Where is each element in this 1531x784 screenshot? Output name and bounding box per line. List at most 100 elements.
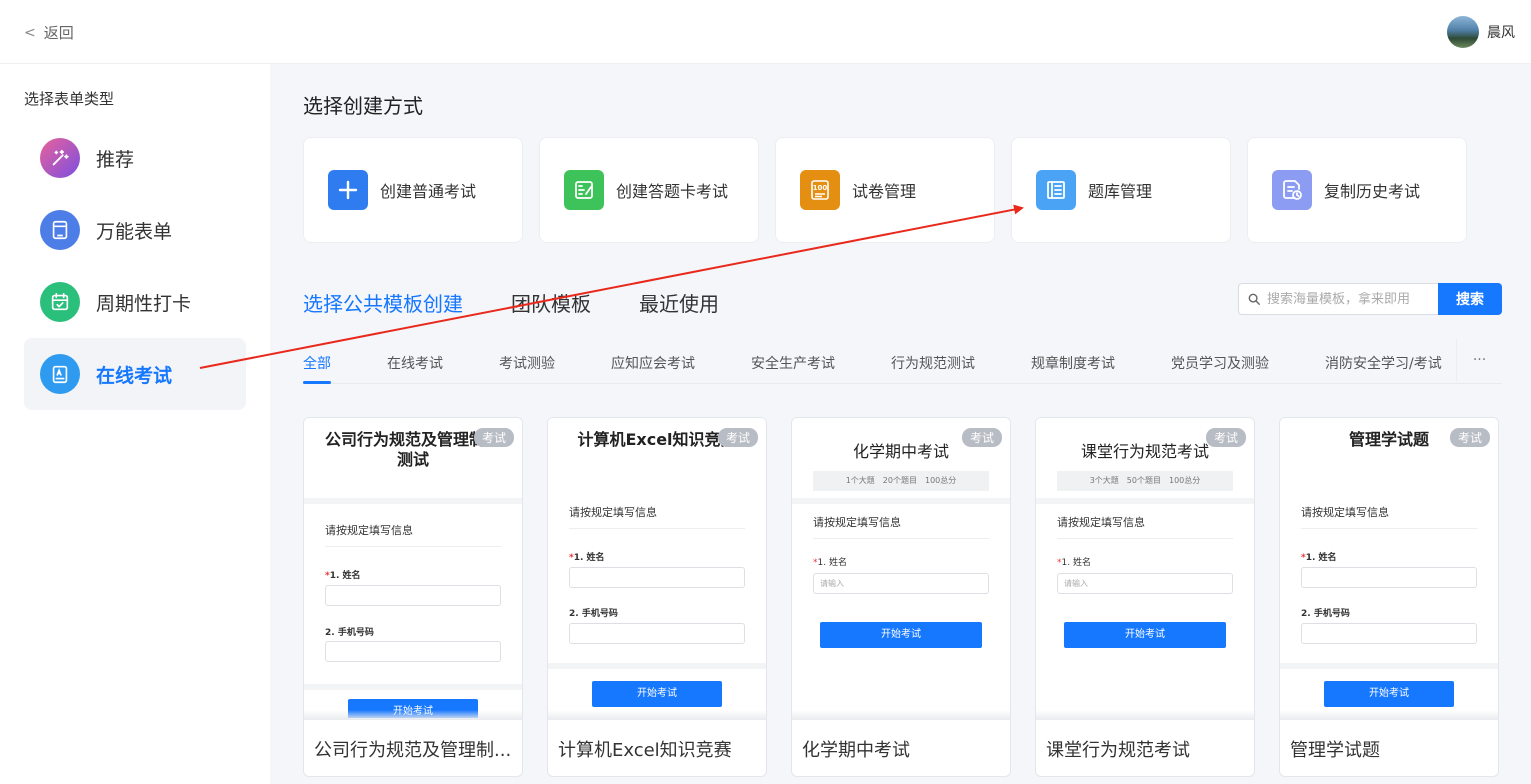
tab-public-templates[interactable]: 选择公共模板创建 <box>303 288 463 317</box>
method-label: 创建普通考试 <box>380 182 477 201</box>
preview-section-heading: 请按规定填写信息 <box>325 522 501 547</box>
search-input[interactable] <box>1267 291 1432 307</box>
template-card[interactable]: 考试 化学期中考试 1个大题 20个题目 100总分 请按规定填写信息 *1. … <box>791 417 1011 777</box>
card-shadow <box>304 710 522 720</box>
exam-badge: 考试 <box>717 428 758 447</box>
svg-text:100: 100 <box>813 184 828 192</box>
template-name: 公司行为规范及管理制... <box>314 740 512 761</box>
category-know-how-exam[interactable]: 应知应会考试 <box>611 353 695 373</box>
section-title-create-method: 选择创建方式 <box>303 94 423 118</box>
method-label: 试卷管理 <box>852 182 917 201</box>
preview-field-label: 2. 手机号码 <box>569 609 618 619</box>
template-card[interactable]: 考试 计算机Excel知识竞赛 请按规定填写信息 *1. 姓名 2. 手机号码 … <box>547 417 767 777</box>
template-card[interactable]: 考试 公司行为规范及管理制度测试 请按规定填写信息 *1. 姓名 2. 手机号码… <box>303 417 523 777</box>
category-bar: 全部 在线考试 考试测验 应知应会考试 安全生产考试 行为规范测试 规章制度考试… <box>303 338 1502 384</box>
exam-badge: 考试 <box>1205 428 1246 447</box>
preview-input <box>569 623 745 644</box>
preview-input: 请输入 <box>1057 573 1233 594</box>
sidebar-item-label: 推荐 <box>96 148 135 171</box>
paper-score-icon: 100 <box>800 170 840 210</box>
preview-input <box>325 641 501 662</box>
answer-sheet-icon <box>564 170 604 210</box>
preview-divider <box>548 663 766 669</box>
calendar-check-icon <box>40 282 80 322</box>
card-shadow <box>1036 710 1254 720</box>
template-preview: 考试 管理学试题 请按规定填写信息 *1. 姓名 2. 手机号码 开始考试 <box>1280 418 1498 718</box>
chevron-left-icon: < <box>24 24 36 41</box>
category-safety-production[interactable]: 安全生产考试 <box>751 353 835 373</box>
category-all[interactable]: 全部 <box>303 353 331 373</box>
magic-wand-icon <box>40 138 80 178</box>
sidebar-item-online-exam[interactable]: 在线考试 <box>24 338 246 410</box>
template-preview: 考试 课堂行为规范考试 3个大题 50个题目 100总分 请按规定填写信息 *1… <box>1036 418 1254 718</box>
preview-input <box>569 567 745 588</box>
preview-divider <box>792 498 1010 504</box>
preview-divider <box>304 684 522 690</box>
exam-icon <box>40 354 80 394</box>
preview-exam-info: 3个大题 50个题目 100总分 <box>1057 471 1233 491</box>
template-search <box>1238 283 1438 315</box>
sidebar-item-periodic-checkin[interactable]: 周期性打卡 <box>24 266 246 338</box>
exam-badge: 考试 <box>1449 428 1490 447</box>
card-shadow <box>1280 710 1498 720</box>
sidebar-item-label: 在线考试 <box>96 364 173 387</box>
sidebar-item-recommend[interactable]: 推荐 <box>24 122 246 194</box>
preview-input: 请输入 <box>813 573 989 594</box>
template-name: 管理学试题 <box>1290 740 1380 761</box>
search-button[interactable]: 搜索 <box>1438 283 1502 315</box>
category-party-study[interactable]: 党员学习及测验 <box>1171 353 1269 373</box>
user-menu[interactable]: 晨风 <box>1447 16 1515 48</box>
category-fire-safety[interactable]: 消防安全学习/考试 <box>1325 353 1442 373</box>
preview-section-heading: 请按规定填写信息 <box>1301 504 1477 529</box>
tab-recently-used[interactable]: 最近使用 <box>639 288 719 317</box>
question-bank-button[interactable]: 题库管理 <box>1011 137 1231 243</box>
preview-field-label: 2. 手机号码 <box>325 628 374 638</box>
preview-input <box>325 585 501 606</box>
active-category-indicator <box>303 381 331 384</box>
category-online-exam[interactable]: 在线考试 <box>387 353 443 373</box>
create-normal-exam-button[interactable]: 创建普通考试 <box>303 137 523 243</box>
card-shadow <box>548 710 766 720</box>
copy-history-icon <box>1272 170 1312 210</box>
category-behavior-standards[interactable]: 行为规范测试 <box>891 353 975 373</box>
template-name: 课堂行为规范考试 <box>1046 740 1190 761</box>
more-categories-button[interactable]: ··· <box>1456 338 1502 382</box>
preview-exam-info: 1个大题 20个题目 100总分 <box>813 471 989 491</box>
user-name: 晨风 <box>1487 25 1515 41</box>
sidebar-title: 选择表单类型 <box>24 90 115 108</box>
sidebar: 选择表单类型 推荐 万能表单 周期性打卡 在线考试 <box>0 64 270 784</box>
preview-section-heading: 请按规定填写信息 <box>569 504 745 529</box>
preview-start-button: 开始考试 <box>820 622 982 648</box>
template-name: 化学期中考试 <box>802 740 910 761</box>
template-card[interactable]: 考试 管理学试题 请按规定填写信息 *1. 姓名 2. 手机号码 开始考试 管理… <box>1279 417 1499 777</box>
paper-management-button[interactable]: 100 试卷管理 <box>775 137 995 243</box>
method-label: 复制历史考试 <box>1324 182 1421 201</box>
template-card[interactable]: 考试 课堂行为规范考试 3个大题 50个题目 100总分 请按规定填写信息 *1… <box>1035 417 1255 777</box>
template-preview: 考试 计算机Excel知识竞赛 请按规定填写信息 *1. 姓名 2. 手机号码 … <box>548 418 766 718</box>
category-exam-quiz[interactable]: 考试测验 <box>499 353 555 373</box>
tab-team-templates[interactable]: 团队模板 <box>511 288 591 317</box>
preview-field-label: *1. 姓名 <box>1057 558 1091 568</box>
sidebar-item-universal-form[interactable]: 万能表单 <box>24 194 246 266</box>
avatar[interactable] <box>1447 16 1479 48</box>
back-label: 返回 <box>43 24 74 42</box>
preview-section-heading: 请按规定填写信息 <box>1057 514 1233 539</box>
preview-field-label: *1. 姓名 <box>569 553 605 563</box>
preview-input <box>1301 567 1477 588</box>
create-answer-sheet-exam-button[interactable]: 创建答题卡考试 <box>539 137 759 243</box>
exam-badge: 考试 <box>961 428 1002 447</box>
copy-history-exam-button[interactable]: 复制历史考试 <box>1247 137 1467 243</box>
sidebar-item-label: 万能表单 <box>96 220 173 243</box>
template-preview: 考试 化学期中考试 1个大题 20个题目 100总分 请按规定填写信息 *1. … <box>792 418 1010 718</box>
sidebar-item-label: 周期性打卡 <box>96 292 192 315</box>
preview-start-button: 开始考试 <box>592 681 722 707</box>
preview-field-label: *1. 姓名 <box>1301 553 1337 563</box>
search-icon <box>1248 293 1260 305</box>
preview-divider <box>304 498 522 504</box>
preview-start-button: 开始考试 <box>1064 622 1226 648</box>
top-bar: < 返回 晨风 <box>0 0 1531 64</box>
template-name: 计算机Excel知识竞赛 <box>558 740 732 761</box>
category-rules-regulations[interactable]: 规章制度考试 <box>1031 353 1115 373</box>
back-button[interactable]: < 返回 <box>24 22 74 43</box>
plus-icon <box>328 170 368 210</box>
